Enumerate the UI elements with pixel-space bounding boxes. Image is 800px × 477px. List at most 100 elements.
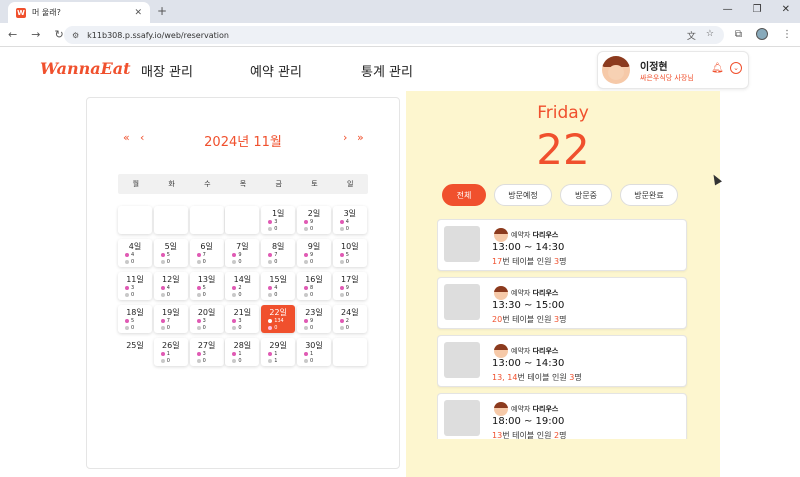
- calendar-day-cell[interactable]: 30일 1 0: [297, 338, 331, 366]
- customer-name: 다리우스: [532, 289, 559, 297]
- count-dot-icon: [125, 286, 129, 290]
- calendar-day-cell[interactable]: 23일 9 0: [297, 305, 331, 333]
- forward-icon[interactable]: →: [31, 28, 40, 41]
- calendar-day-cell[interactable]: 20일 3 0: [189, 305, 224, 333]
- filter-all-button[interactable]: 전체: [442, 184, 486, 206]
- count-value: 1: [310, 351, 314, 357]
- calendar-day-cell[interactable]: 29일 1 1: [261, 338, 296, 366]
- count-value: 2: [345, 318, 349, 324]
- reservation-card[interactable]: 예약자 다리우스 13:00 ~ 14:30 17번 테이블 인원 3명: [437, 219, 687, 271]
- filter-visiting-button[interactable]: 방문중: [560, 184, 612, 206]
- count-dot-icon: [160, 260, 165, 264]
- calendar-day-cell[interactable]: 1일 3 0: [261, 206, 296, 234]
- count-dot-icon: [125, 253, 129, 257]
- visit-count: 0: [196, 259, 206, 265]
- calendar-day-cell[interactable]: 6일 7 0: [189, 239, 224, 267]
- user-card[interactable]: 이정현 싸은우식당 사장님 🔔︎ ⌄: [597, 51, 749, 89]
- day-label: 18일: [126, 308, 144, 317]
- calendar-day-cell[interactable]: 26일 1 0: [153, 338, 188, 366]
- reservation-card[interactable]: 예약자 다리우스 13:30 ~ 15:00 20번 테이블 인원 3명: [437, 277, 687, 329]
- back-icon[interactable]: ←: [8, 28, 17, 41]
- profile-icon[interactable]: [756, 28, 768, 40]
- menu-icon[interactable]: ⋮: [782, 29, 792, 40]
- window-controls: — ❐ ✕: [723, 4, 790, 15]
- count-value: 3: [202, 351, 206, 357]
- nav-reservation-management[interactable]: 예약 관리: [250, 61, 302, 80]
- bookmark-star-icon[interactable]: ☆: [706, 29, 714, 42]
- calendar-day-cell[interactable]: 3일 4 0: [332, 206, 367, 234]
- reservation-count: 3: [196, 351, 206, 357]
- calendar-day-cell[interactable]: 22일 134 0: [261, 305, 296, 333]
- filter-scheduled-button[interactable]: 방문예정: [494, 184, 552, 206]
- url-field[interactable]: ⚙ k11b308.p.ssafy.io/web/reservation 文 ☆: [64, 26, 724, 44]
- calendar-day-cell[interactable]: 15일 4 0: [261, 272, 296, 300]
- reservation-card[interactable]: 예약자 다리우스 18:00 ~ 19:00 13번 테이블 인원 2명: [437, 393, 687, 439]
- calendar-day-cell[interactable]: 25일: [118, 338, 152, 366]
- reservation-count: 4: [125, 252, 134, 258]
- reservation-count: 8: [304, 285, 313, 291]
- count-dot-icon: [196, 352, 201, 356]
- reload-icon[interactable]: ↻: [54, 28, 63, 41]
- calendar-day-cell[interactable]: 28일 1 0: [225, 338, 260, 366]
- calendar-day-cell[interactable]: 10일 5 0: [332, 239, 367, 267]
- weekday-label: 일: [346, 180, 354, 188]
- next-year-button[interactable]: »: [357, 131, 364, 144]
- calendar-day-cell[interactable]: 7일 9 0: [225, 239, 260, 267]
- count-dot-icon: [196, 253, 201, 257]
- bell-icon[interactable]: 🔔︎: [711, 63, 724, 74]
- calendar-day-cell[interactable]: 4일 4 0: [118, 239, 152, 267]
- translate-icon[interactable]: 文: [687, 29, 696, 42]
- reservation-card[interactable]: 예약자 다리우스 13:00 ~ 14:30 13, 14번 테이블 인원 3명: [437, 335, 687, 387]
- count-dot-icon: [160, 326, 165, 330]
- nav-store-management[interactable]: 매장 관리: [141, 61, 193, 80]
- count-value: 5: [345, 252, 349, 258]
- day-label: 14일: [233, 275, 252, 284]
- count-value: 9: [310, 252, 314, 258]
- count-value: 7: [166, 318, 170, 324]
- calendar-day-cell[interactable]: 16일 8 0: [297, 272, 331, 300]
- calendar-day-cell[interactable]: 13일 5 0: [189, 272, 224, 300]
- calendar-day-cell[interactable]: 9일 9 0: [297, 239, 331, 267]
- site-info-icon[interactable]: ⚙: [72, 31, 79, 40]
- visit-count: 0: [232, 358, 242, 364]
- browser-tab[interactable]: W 머 울래? ✕: [8, 2, 150, 23]
- close-tab-icon[interactable]: ✕: [134, 8, 142, 18]
- count-value: 0: [238, 259, 242, 265]
- count-value: 0: [310, 325, 314, 331]
- minimize-icon[interactable]: —: [723, 4, 733, 15]
- calendar-day-cell[interactable]: 2일 9 0: [297, 206, 331, 234]
- nav-statistics-management[interactable]: 통계 관리: [361, 61, 413, 80]
- filter-completed-button[interactable]: 방문완료: [620, 184, 678, 206]
- count-value: 0: [274, 259, 278, 265]
- next-month-button[interactable]: ›: [343, 131, 347, 144]
- calendar-day-cell[interactable]: 14일 2 0: [225, 272, 260, 300]
- table-number: 13: [492, 431, 503, 439]
- new-tab-icon[interactable]: +: [157, 4, 167, 18]
- count-value: 2: [238, 285, 242, 291]
- count-dot-icon: [232, 359, 237, 363]
- restore-icon[interactable]: ❐: [753, 4, 762, 15]
- count-value: 0: [166, 259, 170, 265]
- count-value: 4: [274, 285, 278, 291]
- people-label: 인원: [536, 257, 552, 266]
- calendar-day-cell[interactable]: 18일 5 0: [118, 305, 152, 333]
- calendar-day-cell[interactable]: 11일 3 0: [118, 272, 152, 300]
- count-dot-icon: [268, 220, 273, 224]
- chevron-down-icon[interactable]: ⌄: [730, 62, 742, 74]
- calendar-day-cell[interactable]: 21일 3 0: [225, 305, 260, 333]
- calendar-day-cell[interactable]: 24일 2 0: [332, 305, 367, 333]
- calendar-day-cell[interactable]: 5일 5 0: [153, 239, 188, 267]
- count-value: 0: [166, 292, 170, 298]
- close-window-icon[interactable]: ✕: [782, 4, 790, 15]
- extensions-icon[interactable]: ⧉: [735, 29, 742, 40]
- logo[interactable]: WannaEat: [40, 59, 131, 78]
- calendar-day-cell[interactable]: 19일 7 0: [153, 305, 188, 333]
- calendar-day-cell[interactable]: 17일 9 0: [332, 272, 367, 300]
- calendar-day-cell[interactable]: 8일 7 0: [261, 239, 296, 267]
- visit-count: 0: [125, 325, 134, 331]
- calendar-day-cell[interactable]: 27일 3 0: [189, 338, 224, 366]
- calendar-day-cell[interactable]: 12일 4 0: [153, 272, 188, 300]
- customer-prefix: 예약자: [511, 289, 531, 297]
- visit-count: 0: [304, 259, 313, 265]
- visit-count: 0: [304, 292, 313, 298]
